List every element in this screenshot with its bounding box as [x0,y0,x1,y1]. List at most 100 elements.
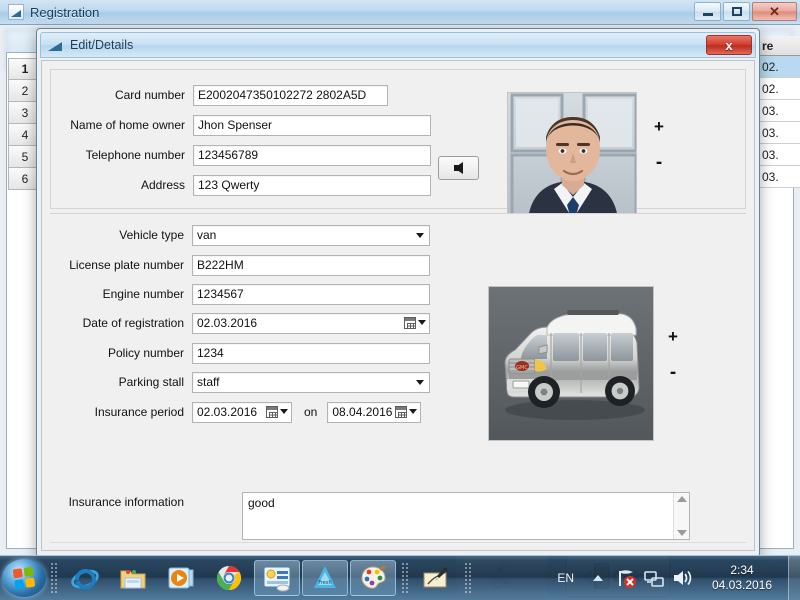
chevron-down-icon [280,409,288,414]
table-row[interactable]: 02. [758,56,800,78]
calendar-icon [266,406,278,418]
window-controls: ✕ [694,2,797,21]
owner-photo[interactable] [507,92,637,218]
parking-stall-value: staff [197,375,219,389]
parking-stall-select[interactable]: staff [192,372,430,393]
scroll-down-icon[interactable] [677,530,687,536]
vehicle-type-select[interactable]: van [192,225,430,246]
label-card-number: Card number [51,88,193,102]
field-row-card-number: Card number E2002047350102272 2802A5D [51,84,388,106]
insurance-period-separator: on [304,405,317,419]
language-indicator[interactable]: EN [547,571,584,585]
app-logo-icon [48,38,64,52]
field-row-parking-stall: Parking stall staff [50,371,430,393]
calendar-icon [404,317,416,329]
date-of-registration-input[interactable]: 02.03.2016 [192,313,430,334]
arrow-left-icon [454,162,463,174]
insurance-to-date-picker-button[interactable] [395,406,417,418]
taskbar-grip[interactable] [401,562,408,594]
table-row[interactable]: 02. [758,78,800,100]
label-address: Address [51,178,193,192]
table-row[interactable]: 03. [758,100,800,122]
taskbar-item-snipping-tool[interactable] [413,560,459,596]
field-row-address: Address 123 Qwerty [51,174,431,196]
svg-text:Fresh: Fresh [318,580,331,586]
taskbar-item-internet-explorer[interactable] [62,560,108,596]
owner-name-input[interactable]: Jhon Spenser [193,115,431,136]
field-row-license-plate: License plate number B222HM [50,254,430,276]
dialog-divider [50,542,746,543]
table-row[interactable]: 03. [758,144,800,166]
fresh-app-icon: Fresh [311,564,339,592]
close-button[interactable]: ✕ [752,2,797,21]
taskbar-item-registration-app[interactable] [254,560,300,596]
dialog-close-button[interactable]: x [706,35,752,55]
label-vehicle-type: Vehicle type [50,228,192,242]
policy-number-input[interactable]: 1234 [192,343,430,364]
card-number-input[interactable]: E2002047350102272 2802A5D [193,85,388,106]
vehicle-photo[interactable]: GMC [488,286,654,441]
column-header-registration-date: re [758,36,800,56]
insurance-to-date-input[interactable]: 08.04.2016 [327,402,421,423]
label-engine-number: Engine number [50,287,192,301]
table-row[interactable]: 03. [758,166,800,188]
address-input[interactable]: 123 Qwerty [193,175,431,196]
registration-app-icon [263,564,291,592]
dialog-body: Card number E2002047350102272 2802A5D Na… [41,60,755,551]
field-row-insurance-information: Insurance information [50,492,192,509]
field-row-insurance-period: Insurance period 02.03.2016 on 08.04.201… [50,401,421,423]
insurance-from-date-input[interactable]: 02.03.2016 [192,402,292,423]
clock-time: 2:34 [700,563,784,578]
label-policy-number: Policy number [50,346,192,360]
media-player-icon [167,564,195,592]
label-insurance-information: Insurance information [50,492,192,509]
field-row-engine-number: Engine number 1234567 [50,283,430,305]
scroll-up-icon[interactable] [677,496,687,502]
vehicle-photo-zoom-controls: + - [665,328,681,382]
taskbar-item-google-chrome[interactable] [206,560,252,596]
insurance-information-scrollbar[interactable] [673,493,689,539]
field-row-telephone: Telephone number 123456789 [51,144,431,166]
field-row-vehicle-type: Vehicle type van [50,224,430,246]
windows-logo-icon [13,567,36,590]
table-row[interactable]: 03. [758,122,800,144]
taskbar-item-paint-app[interactable] [350,560,396,596]
action-center-icon[interactable] [615,567,637,589]
insurance-from-date-picker-button[interactable] [266,406,288,418]
license-plate-input[interactable]: B222HM [192,255,430,276]
card-number-browse-button[interactable] [438,156,479,180]
telephone-number-input[interactable]: 123456789 [193,145,431,166]
taskbar-grip[interactable] [50,562,57,594]
grid-right-column: re 02. 02. 03. 03. 03. 03. [758,36,800,188]
owner-photo-zoom-controls: + - [651,118,667,172]
owner-photo-zoom-out-button[interactable]: - [651,153,667,172]
owner-group-panel: Card number E2002047350102272 2802A5D Na… [50,69,746,209]
vehicle-photo-zoom-in-button[interactable]: + [665,328,681,345]
taskbar-item-media-player[interactable] [158,560,204,596]
owner-photo-zoom-in-button[interactable]: + [651,118,667,135]
show-hidden-icons-button[interactable] [587,567,609,589]
show-desktop-button[interactable] [788,556,800,600]
chevron-down-icon [416,380,424,385]
start-button[interactable] [2,559,46,597]
vehicle-photo-zoom-out-button[interactable]: - [665,363,681,382]
taskbar-item-fresh-app[interactable]: Fresh [302,560,348,596]
insurance-information-textarea[interactable]: good [242,492,690,540]
volume-icon[interactable] [671,567,693,589]
taskbar-grip[interactable] [464,562,471,594]
calendar-icon [395,406,407,418]
label-license-plate-number: License plate number [50,258,192,272]
chevron-up-icon [593,575,603,581]
app-logo-icon [8,4,24,20]
taskbar-item-windows-explorer[interactable] [110,560,156,596]
maximize-button[interactable] [723,2,750,21]
clock[interactable]: 2:34 04.03.2016 [696,563,788,593]
label-date-of-registration: Date of registration [50,316,192,330]
network-icon[interactable] [643,567,665,589]
engine-number-input[interactable]: 1234567 [192,284,430,305]
date-of-registration-picker-button[interactable] [404,317,426,329]
label-telephone-number: Telephone number [51,148,193,162]
main-window-titlebar: Registration ✕ [0,0,800,25]
minimize-button[interactable] [694,2,721,21]
chrome-icon [215,564,243,592]
